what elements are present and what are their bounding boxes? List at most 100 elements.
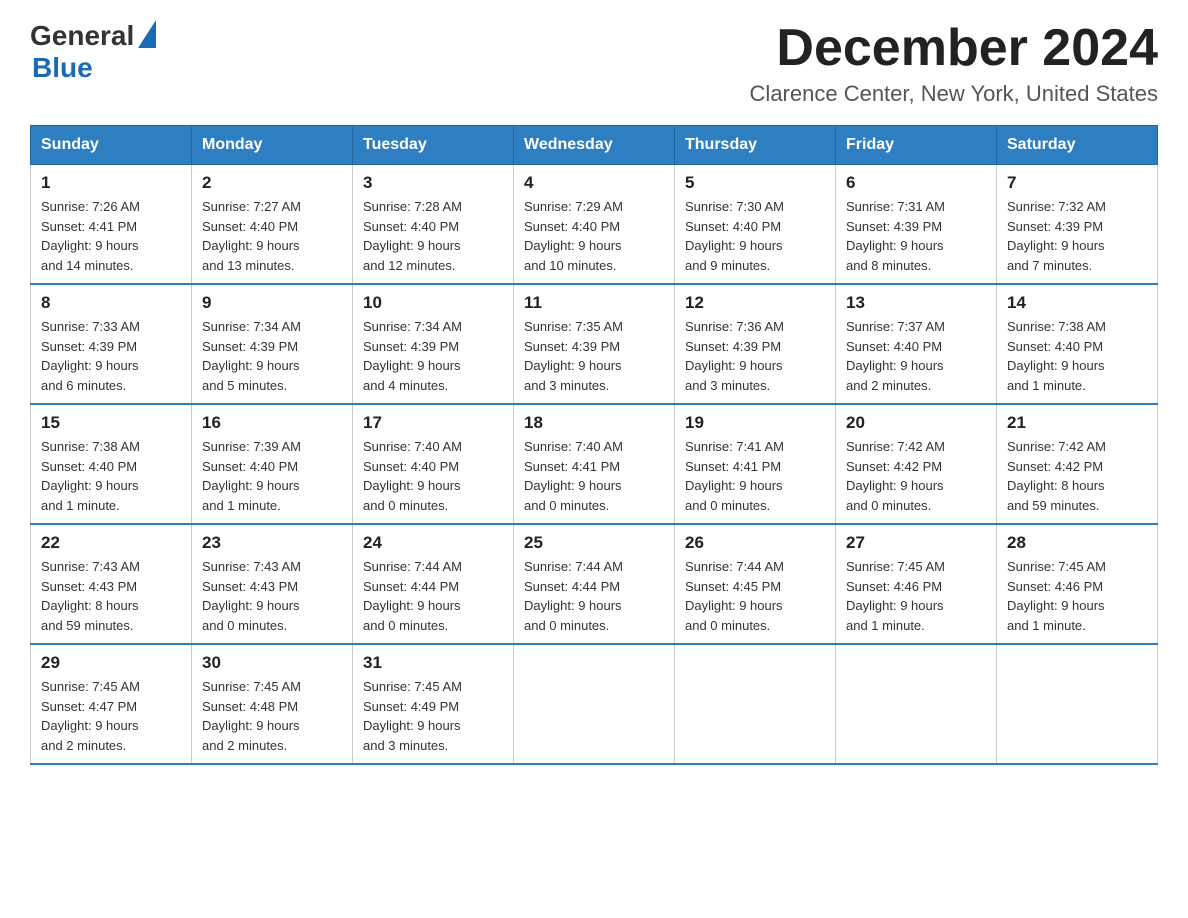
day-number: 21 <box>1007 413 1147 433</box>
day-number: 3 <box>363 173 503 193</box>
day-cell <box>675 644 836 764</box>
day-cell: 6 Sunrise: 7:31 AMSunset: 4:39 PMDaylight… <box>836 165 997 285</box>
day-info: Sunrise: 7:30 AMSunset: 4:40 PMDaylight:… <box>685 197 825 275</box>
day-info: Sunrise: 7:42 AMSunset: 4:42 PMDaylight:… <box>1007 437 1147 515</box>
day-cell: 8 Sunrise: 7:33 AMSunset: 4:39 PMDaylight… <box>31 284 192 404</box>
day-info: Sunrise: 7:32 AMSunset: 4:39 PMDaylight:… <box>1007 197 1147 275</box>
day-info: Sunrise: 7:45 AMSunset: 4:49 PMDaylight:… <box>363 677 503 755</box>
day-cell: 17 Sunrise: 7:40 AMSunset: 4:40 PMDayligh… <box>353 404 514 524</box>
logo-triangle-icon <box>138 20 156 48</box>
day-info: Sunrise: 7:35 AMSunset: 4:39 PMDaylight:… <box>524 317 664 395</box>
day-cell: 3 Sunrise: 7:28 AMSunset: 4:40 PMDaylight… <box>353 165 514 285</box>
day-number: 23 <box>202 533 342 553</box>
day-number: 30 <box>202 653 342 673</box>
day-info: Sunrise: 7:26 AMSunset: 4:41 PMDaylight:… <box>41 197 181 275</box>
day-cell: 2 Sunrise: 7:27 AMSunset: 4:40 PMDaylight… <box>192 165 353 285</box>
day-number: 12 <box>685 293 825 313</box>
day-number: 5 <box>685 173 825 193</box>
day-cell: 4 Sunrise: 7:29 AMSunset: 4:40 PMDaylight… <box>514 165 675 285</box>
day-cell: 23 Sunrise: 7:43 AMSunset: 4:43 PMDayligh… <box>192 524 353 644</box>
day-info: Sunrise: 7:28 AMSunset: 4:40 PMDaylight:… <box>363 197 503 275</box>
day-number: 14 <box>1007 293 1147 313</box>
title-area: December 2024 Clarence Center, New York,… <box>750 20 1158 107</box>
day-info: Sunrise: 7:40 AMSunset: 4:40 PMDaylight:… <box>363 437 503 515</box>
week-row-4: 22 Sunrise: 7:43 AMSunset: 4:43 PMDayligh… <box>31 524 1158 644</box>
day-info: Sunrise: 7:42 AMSunset: 4:42 PMDaylight:… <box>846 437 986 515</box>
calendar-table: SundayMondayTuesdayWednesdayThursdayFrid… <box>30 125 1158 765</box>
header-cell-wednesday: Wednesday <box>514 126 675 165</box>
day-info: Sunrise: 7:29 AMSunset: 4:40 PMDaylight:… <box>524 197 664 275</box>
day-info: Sunrise: 7:38 AMSunset: 4:40 PMDaylight:… <box>41 437 181 515</box>
day-info: Sunrise: 7:31 AMSunset: 4:39 PMDaylight:… <box>846 197 986 275</box>
day-cell: 20 Sunrise: 7:42 AMSunset: 4:42 PMDayligh… <box>836 404 997 524</box>
location-title: Clarence Center, New York, United States <box>750 81 1158 107</box>
day-cell: 25 Sunrise: 7:44 AMSunset: 4:44 PMDayligh… <box>514 524 675 644</box>
day-info: Sunrise: 7:45 AMSunset: 4:47 PMDaylight:… <box>41 677 181 755</box>
day-info: Sunrise: 7:33 AMSunset: 4:39 PMDaylight:… <box>41 317 181 395</box>
day-cell: 16Sunrise: 7:39 AMSunset: 4:40 PMDayligh… <box>192 404 353 524</box>
header-cell-tuesday: Tuesday <box>353 126 514 165</box>
week-row-2: 8 Sunrise: 7:33 AMSunset: 4:39 PMDaylight… <box>31 284 1158 404</box>
day-info: Sunrise: 7:36 AMSunset: 4:39 PMDaylight:… <box>685 317 825 395</box>
day-cell <box>997 644 1158 764</box>
day-cell: 28Sunrise: 7:45 AMSunset: 4:46 PMDayligh… <box>997 524 1158 644</box>
day-info: Sunrise: 7:37 AMSunset: 4:40 PMDaylight:… <box>846 317 986 395</box>
day-info: Sunrise: 7:43 AMSunset: 4:43 PMDaylight:… <box>202 557 342 635</box>
header-cell-friday: Friday <box>836 126 997 165</box>
day-info: Sunrise: 7:44 AMSunset: 4:45 PMDaylight:… <box>685 557 825 635</box>
header: General Blue December 2024 Clarence Cent… <box>30 20 1158 107</box>
day-number: 24 <box>363 533 503 553</box>
logo-blue-text: Blue <box>32 52 93 84</box>
day-number: 25 <box>524 533 664 553</box>
day-number: 6 <box>846 173 986 193</box>
day-cell: 14 Sunrise: 7:38 AMSunset: 4:40 PMDayligh… <box>997 284 1158 404</box>
day-info: Sunrise: 7:43 AMSunset: 4:43 PMDaylight:… <box>41 557 181 635</box>
day-number: 28 <box>1007 533 1147 553</box>
header-cell-sunday: Sunday <box>31 126 192 165</box>
month-title: December 2024 <box>750 20 1158 77</box>
day-info: Sunrise: 7:27 AMSunset: 4:40 PMDaylight:… <box>202 197 342 275</box>
day-cell <box>514 644 675 764</box>
day-info: Sunrise: 7:34 AMSunset: 4:39 PMDaylight:… <box>363 317 503 395</box>
day-cell: 13 Sunrise: 7:37 AMSunset: 4:40 PMDayligh… <box>836 284 997 404</box>
week-row-3: 15Sunrise: 7:38 AMSunset: 4:40 PMDayligh… <box>31 404 1158 524</box>
day-cell: 12 Sunrise: 7:36 AMSunset: 4:39 PMDayligh… <box>675 284 836 404</box>
day-number: 2 <box>202 173 342 193</box>
day-info: Sunrise: 7:40 AMSunset: 4:41 PMDaylight:… <box>524 437 664 515</box>
day-cell: 11 Sunrise: 7:35 AMSunset: 4:39 PMDayligh… <box>514 284 675 404</box>
day-cell: 5 Sunrise: 7:30 AMSunset: 4:40 PMDaylight… <box>675 165 836 285</box>
day-number: 16 <box>202 413 342 433</box>
day-number: 8 <box>41 293 181 313</box>
header-cell-monday: Monday <box>192 126 353 165</box>
header-cell-saturday: Saturday <box>997 126 1158 165</box>
day-number: 20 <box>846 413 986 433</box>
day-cell: 24Sunrise: 7:44 AMSunset: 4:44 PMDayligh… <box>353 524 514 644</box>
day-cell: 18Sunrise: 7:40 AMSunset: 4:41 PMDayligh… <box>514 404 675 524</box>
day-number: 10 <box>363 293 503 313</box>
day-number: 7 <box>1007 173 1147 193</box>
logo: General Blue <box>30 20 156 84</box>
day-cell: 1 Sunrise: 7:26 AMSunset: 4:41 PMDaylight… <box>31 165 192 285</box>
day-cell: 10 Sunrise: 7:34 AMSunset: 4:39 PMDayligh… <box>353 284 514 404</box>
day-cell: 7 Sunrise: 7:32 AMSunset: 4:39 PMDaylight… <box>997 165 1158 285</box>
day-cell: 19Sunrise: 7:41 AMSunset: 4:41 PMDayligh… <box>675 404 836 524</box>
day-number: 22 <box>41 533 181 553</box>
day-number: 17 <box>363 413 503 433</box>
week-row-5: 29 Sunrise: 7:45 AMSunset: 4:47 PMDayligh… <box>31 644 1158 764</box>
day-number: 1 <box>41 173 181 193</box>
day-number: 4 <box>524 173 664 193</box>
day-cell: 31Sunrise: 7:45 AMSunset: 4:49 PMDayligh… <box>353 644 514 764</box>
day-info: Sunrise: 7:44 AMSunset: 4:44 PMDaylight:… <box>524 557 664 635</box>
day-info: Sunrise: 7:41 AMSunset: 4:41 PMDaylight:… <box>685 437 825 515</box>
day-info: Sunrise: 7:45 AMSunset: 4:48 PMDaylight:… <box>202 677 342 755</box>
day-number: 27 <box>846 533 986 553</box>
day-number: 11 <box>524 293 664 313</box>
day-number: 29 <box>41 653 181 673</box>
calendar-body: 1 Sunrise: 7:26 AMSunset: 4:41 PMDaylight… <box>31 165 1158 765</box>
day-cell: 15Sunrise: 7:38 AMSunset: 4:40 PMDayligh… <box>31 404 192 524</box>
day-info: Sunrise: 7:38 AMSunset: 4:40 PMDaylight:… <box>1007 317 1147 395</box>
day-number: 13 <box>846 293 986 313</box>
day-cell: 29 Sunrise: 7:45 AMSunset: 4:47 PMDayligh… <box>31 644 192 764</box>
day-cell: 26Sunrise: 7:44 AMSunset: 4:45 PMDayligh… <box>675 524 836 644</box>
day-cell: 9Sunrise: 7:34 AMSunset: 4:39 PMDaylight… <box>192 284 353 404</box>
